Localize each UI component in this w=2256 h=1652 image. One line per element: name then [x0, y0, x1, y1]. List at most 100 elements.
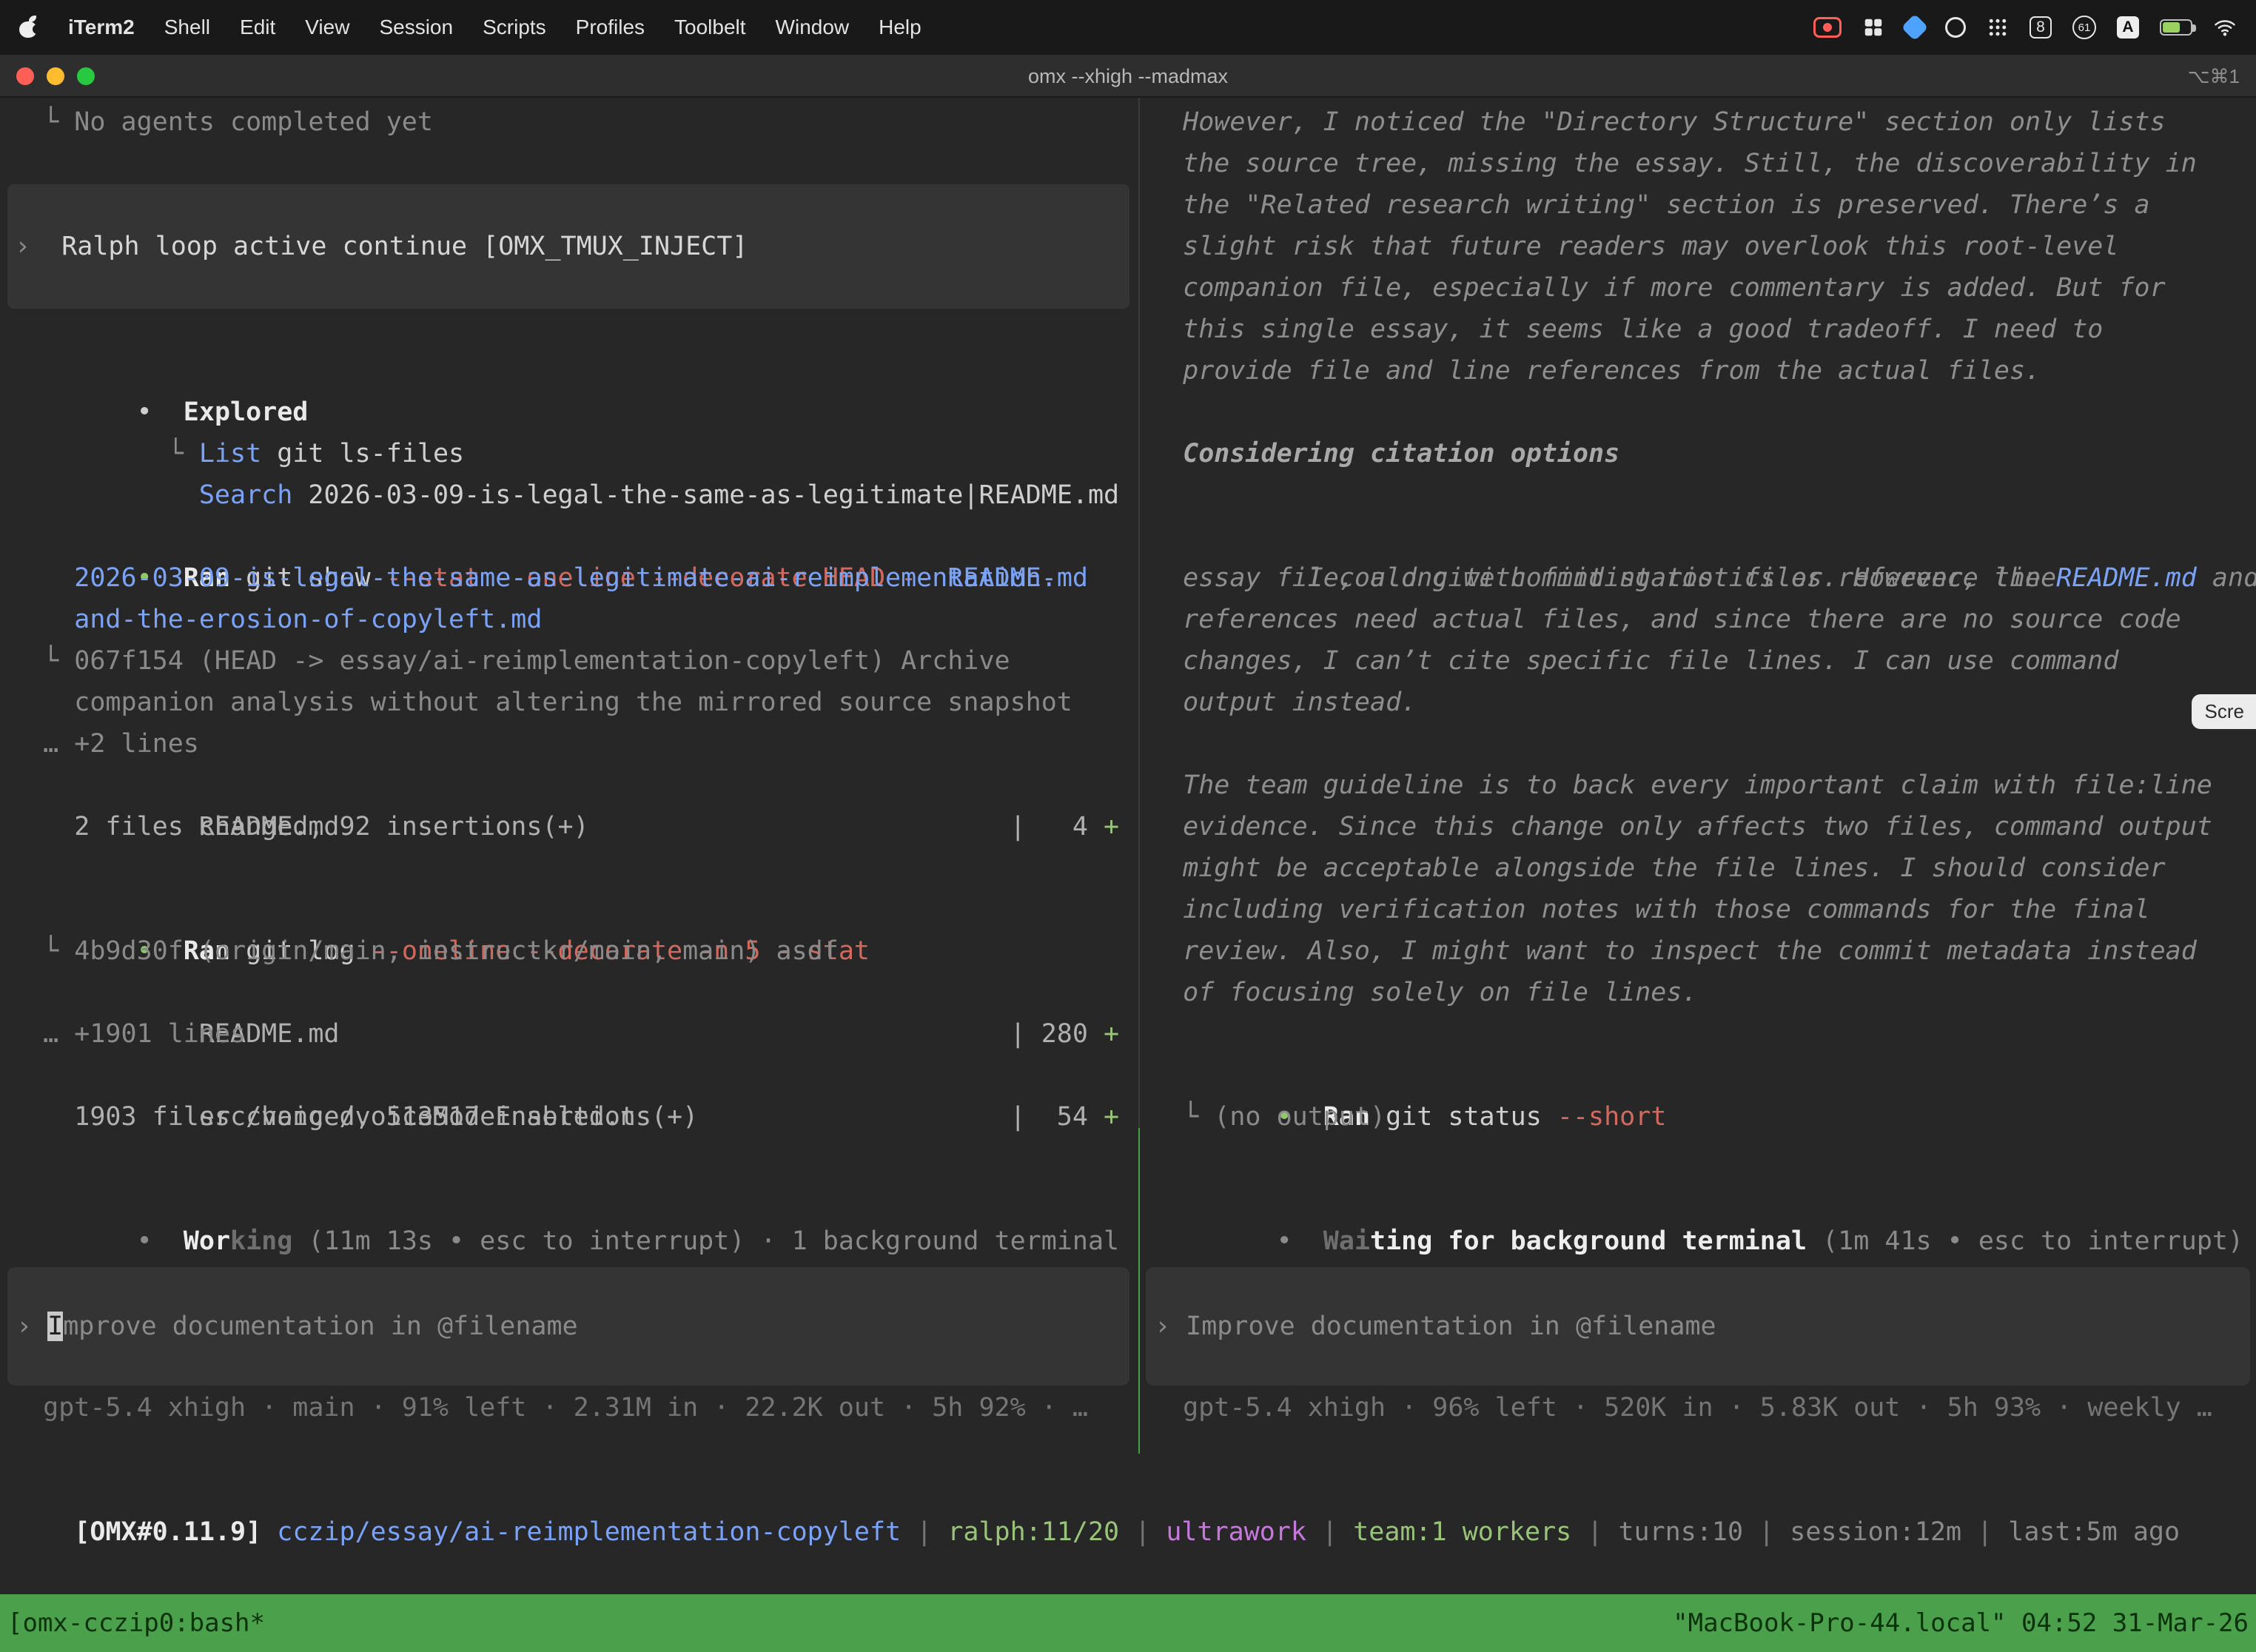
menu-item-shell[interactable]: Shell	[164, 16, 210, 39]
omx-status-bar: [OMX#0.11.9] cczip/essay/ai-reimplementa…	[0, 1470, 2256, 1511]
action-args: git ls-files	[261, 439, 464, 469]
menu-item-view[interactable]: View	[305, 16, 349, 39]
battery-icon[interactable]	[2160, 19, 2192, 36]
mode-badge: ultrawork	[1166, 1517, 1306, 1547]
cmd-git-show-line: • Ran git show --stat --oneline --decora…	[0, 516, 1138, 557]
action-label: Search	[199, 480, 292, 510]
thinking-line: the source tree, missing the essay. Stil…	[1140, 143, 2256, 184]
battery-percent-icon[interactable]: 61	[2072, 16, 2096, 39]
circle-app-icon[interactable]	[1945, 17, 1966, 38]
agents-status-line: └ No agents completed yet	[0, 101, 1138, 143]
waiting-status-line: • Waiting for background terminal (1m 41…	[1140, 1179, 2256, 1220]
diffstat-line: src/voice/voiceModeEnabled.ts | 54 +	[0, 1055, 1138, 1096]
cmd-output-line: └ (no output)	[1140, 1096, 2256, 1138]
session-timer: session:12m	[1790, 1517, 1961, 1547]
keycap-icon[interactable]: 8	[2030, 16, 2052, 38]
title-bar: omx --xhigh --madmax ⌥⌘1	[0, 55, 2256, 98]
diffstat-line: README.md | 4 +	[0, 765, 1138, 806]
prompt-chevron: ›	[1155, 1312, 1186, 1341]
prompt-input[interactable]: › Improve documentation in @filename	[1146, 1267, 2250, 1386]
menu-item-edit[interactable]: Edit	[240, 16, 275, 39]
menu-item-session[interactable]: Session	[379, 16, 453, 39]
bullet: •	[1277, 1226, 1292, 1256]
thinking-line: might be acceptable alongside the file l…	[1140, 847, 2256, 889]
ralph-counter: ralph:11/20	[947, 1517, 1119, 1547]
raycast-icon[interactable]	[1901, 14, 1929, 41]
input-text: Improve documentation in @filename	[1186, 1312, 1716, 1341]
window-shortcut-hint: ⌥⌘1	[2188, 55, 2240, 98]
command-flags: --short	[1557, 1102, 1667, 1132]
working-shimmer-dim: king	[230, 1226, 292, 1256]
screen-share-tab[interactable]: Scre	[2192, 694, 2256, 729]
menu-item-toolbelt[interactable]: Toolbelt	[674, 16, 746, 39]
tree-connector: └	[168, 439, 199, 469]
desktop: iTerm2 Shell Edit View Session Scripts P…	[0, 0, 2256, 1652]
menu-item-window[interactable]: Window	[776, 16, 850, 39]
explored-line: • Explored	[0, 350, 1138, 392]
diffstat-line: README.md | 280 +	[0, 972, 1138, 1013]
diffstat-plus: +	[1104, 1102, 1119, 1132]
dots-grid-icon[interactable]	[1987, 16, 2009, 38]
thinking-line: slight risk that future readers may over…	[1140, 226, 2256, 267]
action-label: List	[199, 439, 261, 469]
thinking-line: of focusing solely on file lines.	[1140, 972, 2256, 1013]
screen-record-indicator-icon[interactable]	[1813, 17, 1842, 38]
action-args: 2026-03-09-is-legal-the-same-as-legitima…	[292, 480, 1119, 510]
wifi-icon[interactable]	[2213, 16, 2237, 38]
thinking-line: evidence. Since this change only affects…	[1140, 806, 2256, 847]
separator: |	[1743, 1517, 1790, 1547]
prompt-input[interactable]: › Improve documentation in @filename	[7, 1267, 1129, 1386]
thinking-line: references need actual files, and since …	[1140, 599, 2256, 640]
thinking-line: The team guideline is to back every impo…	[1140, 765, 2256, 806]
input-source-icon[interactable]: A	[2117, 16, 2139, 38]
prompt-chevron: ›	[15, 232, 30, 261]
tmux-host-clock: "MacBook-Pro-44.local" 04:52 31-Mar-26	[1673, 1608, 2249, 1638]
menu-item-iterm2[interactable]: iTerm2	[68, 16, 135, 39]
model-status-line: gpt-5.4 xhigh · main · 91% left · 2.31M …	[0, 1387, 1138, 1428]
apple-menu-icon[interactable]	[19, 16, 38, 39]
terminal: └ No agents completed yet › Ralph loop a…	[0, 98, 2256, 1454]
input-text: mprove documentation in @filename	[63, 1312, 577, 1341]
bullet: •	[137, 1226, 152, 1256]
cmd-wrap-line: and-the-erosion-of-copyleft.md	[0, 599, 1138, 640]
inject-text: Ralph loop active continue [OMX_TMUX_INJ…	[30, 232, 748, 261]
menu-item-help[interactable]: Help	[879, 16, 921, 39]
separator: |	[1571, 1517, 1618, 1547]
diffstat-plus: +	[1104, 1019, 1119, 1049]
thinking-line: I could cite commit statistics or refere…	[1140, 516, 2256, 557]
diffstat-plus: +	[1104, 812, 1119, 842]
keyboard-grid-icon[interactable]	[1862, 16, 1884, 38]
menu-bar: iTerm2 Shell Edit View Session Scripts P…	[0, 0, 2256, 55]
menu-item-profiles[interactable]: Profiles	[576, 16, 645, 39]
thinking-heading: Considering citation options	[1140, 433, 2256, 474]
window-title: omx --xhigh --madmax	[0, 55, 2256, 98]
left-pane[interactable]: └ No agents completed yet › Ralph loop a…	[0, 98, 1138, 1454]
thinking-line: review. Also, I might want to inspect th…	[1140, 930, 2256, 972]
right-pane[interactable]: However, I noticed the "Directory Struct…	[1140, 98, 2256, 1454]
cmd-output-line: └ 4b9d30f (origin/main, instructkr/main,…	[0, 930, 1138, 972]
omx-branch: cczip/essay/ai-reimplementation-copyleft	[261, 1517, 901, 1547]
team-counter: team:1 workers	[1353, 1517, 1571, 1547]
cmd-git-status-line: • Ran git status --short	[1140, 1055, 2256, 1096]
explored-title: Explored	[152, 397, 309, 427]
thinking-line: including verification notes with those …	[1140, 889, 2256, 930]
tmux-status-bar: [omx-cczip0:bash* "MacBook-Pro-44.local"…	[0, 1594, 2256, 1652]
cmd-git-log-line: • Ran git log --oneline --decorate -n 5 …	[0, 889, 1138, 930]
menu-item-scripts[interactable]: Scripts	[483, 16, 546, 39]
tmux-session-window: [omx-cczip0:bash*	[7, 1608, 265, 1638]
diffstat-text: README.md | 280	[199, 1019, 1104, 1049]
thinking-line: output instead.	[1140, 682, 2256, 723]
thinking-line: changes, I can’t cite specific file line…	[1140, 640, 2256, 682]
separator: |	[1119, 1517, 1166, 1547]
menu-bar-status-icons: 8 61 A	[1813, 16, 2237, 39]
working-status-line: • Working (11m 13s • esc to interrupt) ·…	[0, 1179, 1138, 1220]
working-detail: (11m 13s • esc to interrupt) · 1 backgro…	[292, 1226, 1138, 1256]
file-reference: README.md	[2056, 563, 2197, 593]
omx-version: [OMX#0.11.9]	[74, 1517, 261, 1547]
turns-counter: turns:10	[1618, 1517, 1743, 1547]
thinking-line: However, I noticed the "Directory Struct…	[1140, 101, 2256, 143]
prompt-chevron: ›	[16, 1312, 47, 1341]
thinking-line: companion file, especially if more comme…	[1140, 267, 2256, 309]
cmd-output-line: … +2 lines	[0, 723, 1138, 765]
waiting-shimmer-dim: Wai	[1292, 1226, 1370, 1256]
